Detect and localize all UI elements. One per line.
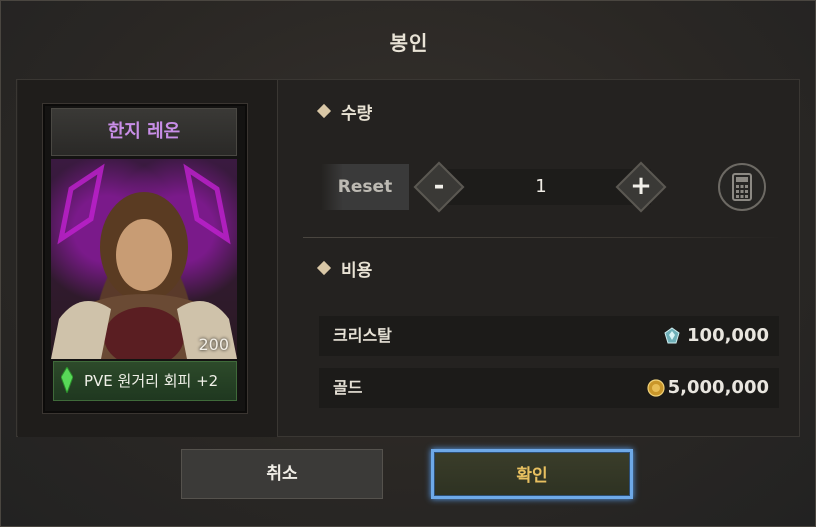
hero-name: 한지 레온	[51, 108, 237, 156]
confirm-button[interactable]: 확인	[431, 449, 633, 499]
crystal-icon	[664, 327, 680, 344]
cost-label: 골드	[333, 378, 363, 397]
gold-coin-icon	[647, 379, 665, 397]
hero-portrait	[51, 159, 237, 359]
calculator-button[interactable]	[718, 163, 766, 211]
minus-icon: -	[433, 171, 445, 201]
calculator-icon	[732, 173, 752, 201]
cancel-button[interactable]: 취소	[181, 449, 383, 499]
cost-heading: 비용	[341, 261, 373, 281]
reset-button[interactable]: Reset	[321, 164, 409, 210]
plus-icon: +	[630, 171, 652, 201]
cost-value: 100,000	[687, 325, 769, 346]
hero-level: 200	[198, 335, 229, 354]
cost-row-gold: 골드 5,000,000	[319, 368, 779, 408]
hero-bonus-badge: PVE 원거리 회피 +2	[53, 361, 237, 401]
cost-value: 5,000,000	[667, 377, 769, 398]
dialog-title: 봉인	[389, 31, 429, 55]
cost-label: 크리스탈	[333, 326, 392, 345]
green-gem-icon	[61, 367, 73, 393]
cost-row-crystal: 크리스탈 100,000	[319, 316, 779, 356]
seal-dialog: 봉인 한지 레온 200 PVE 원거리 회피 +2 수량 Reset 1 - …	[0, 0, 816, 527]
section-divider	[303, 237, 783, 238]
hero-bonus-text: PVE 원거리 회피 +2	[84, 372, 219, 390]
quantity-heading: 수량	[341, 104, 373, 124]
hero-portrait-art	[51, 163, 237, 359]
